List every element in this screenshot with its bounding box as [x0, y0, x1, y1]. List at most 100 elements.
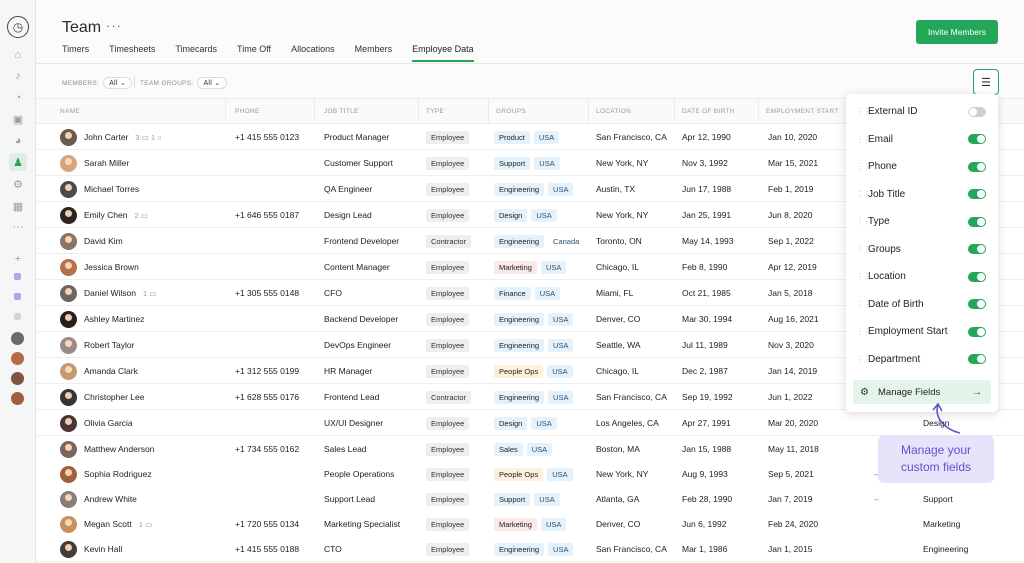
column-header[interactable]: GROUPS	[496, 108, 526, 115]
name-cell[interactable]: Ashley Martinez	[60, 306, 151, 332]
tab-timers[interactable]: Timers	[62, 44, 89, 64]
bell-icon[interactable]: ♪	[9, 67, 27, 85]
home-icon[interactable]: ⌂	[9, 46, 27, 64]
name-cell[interactable]: Christopher Lee	[60, 384, 151, 410]
name-cell[interactable]: Kevin Hall	[60, 536, 129, 562]
column-header[interactable]: DATE OF BIRTH	[682, 108, 735, 115]
pie-icon[interactable]: ◕	[9, 132, 27, 150]
team-groups-filter-select[interactable]: All ⌄	[197, 77, 227, 89]
column-settings-icon: ☰	[981, 76, 991, 89]
column-header[interactable]: EMPLOYMENT START	[766, 108, 839, 115]
field-toggle[interactable]	[968, 244, 986, 254]
field-toggle[interactable]	[968, 354, 986, 364]
field-item-date-of-birth[interactable]: ⋮⋮ Date of Birth	[846, 291, 998, 318]
plus-icon[interactable]: +	[9, 250, 27, 268]
field-item-location[interactable]: ⋮⋮ Location	[846, 263, 998, 290]
field-item-phone[interactable]: ⋮⋮ Phone	[846, 153, 998, 180]
name-cell[interactable]: Olivia Garcia	[60, 410, 140, 436]
clock-icon[interactable]: ◔	[9, 89, 27, 107]
name-cell[interactable]: Daniel Wilson 1 ▭	[60, 280, 156, 306]
column-header[interactable]: NAME	[60, 108, 80, 115]
more-icon[interactable]: ···	[9, 218, 27, 236]
manage-fields-button[interactable]: ⚙ Manage Fields →	[853, 380, 991, 404]
tab-allocations[interactable]: Allocations	[291, 44, 335, 64]
group-badge: Engineering	[494, 182, 545, 196]
calendar-icon[interactable]: ▦	[9, 197, 27, 215]
name-cell[interactable]: John Carter 3 ▭ 1 ○	[60, 124, 162, 150]
field-toggle[interactable]	[968, 189, 986, 199]
field-toggle[interactable]	[968, 271, 986, 282]
avatar[interactable]	[11, 332, 24, 345]
avatar[interactable]	[11, 392, 24, 405]
group-badge: Engineering	[494, 390, 545, 404]
column-header[interactable]: TYPE	[426, 108, 444, 115]
members-filter-select[interactable]: All ⌄	[103, 77, 133, 89]
workspace-dot[interactable]	[14, 293, 21, 300]
field-item-type[interactable]: ⋮⋮ Type	[846, 208, 998, 235]
type-badge: Contractor	[426, 234, 472, 248]
name-cell[interactable]: Michael Torres	[60, 176, 146, 202]
name-cell[interactable]: Sophia Rodriguez	[60, 461, 159, 487]
field-item-external-id[interactable]: ⋮⋮ External ID	[846, 98, 998, 125]
team-groups-filter[interactable]: TEAM GROUPS: All ⌄	[140, 77, 227, 89]
column-header[interactable]: PHONE	[235, 108, 260, 115]
name-cell[interactable]: Andrew White	[60, 486, 144, 512]
name-cell[interactable]: Emily Chen 2 ▭	[60, 202, 148, 228]
field-item-department[interactable]: ⋮⋮ Department	[846, 346, 998, 373]
country-badge: USA	[547, 364, 573, 378]
table-row[interactable]: Sophia Rodriguez People Operations Emplo…	[36, 461, 1024, 487]
groups-cell: Support USA	[494, 486, 564, 512]
name-cell[interactable]: Matthew Anderson	[60, 436, 161, 462]
name-cell[interactable]: David Kim	[60, 228, 130, 254]
field-toggle[interactable]	[968, 216, 986, 227]
name-cell[interactable]: Sarah Miller	[60, 150, 136, 176]
name-cell[interactable]: Robert Taylor	[60, 332, 141, 358]
field-item-groups[interactable]: ⋮⋮ Groups	[846, 236, 998, 263]
field-toggle[interactable]	[968, 161, 986, 172]
avatar[interactable]	[11, 372, 24, 385]
tab-members[interactable]: Members	[355, 44, 393, 64]
team-icon[interactable]: ♟	[9, 153, 27, 171]
field-label: External ID	[868, 106, 918, 117]
table-row[interactable]: Megan Scott 1 ▭ +1 720 555 0134 Marketin…	[36, 511, 1024, 537]
tab-timesheets[interactable]: Timesheets	[109, 44, 155, 64]
avatar[interactable]	[11, 352, 24, 365]
field-toggle[interactable]	[968, 134, 986, 144]
comment-count[interactable]: 1 ▭	[139, 520, 152, 529]
table-row[interactable]: Kevin Hall +1 415 555 0188 CTO Employee …	[36, 536, 1024, 562]
invite-members-button[interactable]: Invite Members	[916, 20, 998, 44]
field-item-job-title[interactable]: ⋮⋮ Job Title	[846, 181, 998, 208]
comment-count[interactable]: 1 ▭	[143, 289, 156, 298]
field-toggle[interactable]	[968, 299, 986, 309]
employment-start-cell: Jan 14, 2019	[768, 366, 818, 376]
workspace-dot[interactable]	[14, 273, 21, 280]
field-item-email[interactable]: ⋮⋮ Email	[846, 126, 998, 153]
type-badge: Contractor	[426, 390, 472, 404]
column-header[interactable]: LOCATION	[596, 108, 631, 115]
comment-count[interactable]: 3 ▭ 1 ○	[135, 133, 161, 142]
column-settings-button[interactable]: ☰	[973, 69, 999, 95]
tab-time-off[interactable]: Time Off	[237, 44, 271, 64]
field-toggle[interactable]	[968, 106, 986, 117]
groups-cell: Engineering USA	[494, 384, 577, 410]
type-cell: Employee	[426, 254, 473, 280]
workspace-dot[interactable]	[14, 313, 21, 320]
table-row[interactable]: Matthew Anderson +1 734 555 0162 Sales L…	[36, 436, 1024, 462]
field-toggle[interactable]	[968, 326, 986, 337]
table-row[interactable]: Olivia Garcia UX/UI Designer Employee De…	[36, 410, 1024, 436]
table-row[interactable]: Andrew White Support Lead Employee Suppo…	[36, 486, 1024, 512]
field-item-employment-start[interactable]: ⋮⋮ Employment Start	[846, 318, 998, 345]
name-cell[interactable]: Jessica Brown	[60, 254, 146, 280]
tab-employee-data[interactable]: Employee Data	[412, 44, 474, 64]
members-filter[interactable]: MEMBERS: All ⌄	[62, 77, 133, 89]
manage-fields-tooltip: Manage your custom fields	[878, 435, 994, 483]
comment-count[interactable]: 2 ▭	[134, 211, 147, 220]
stopwatch-icon[interactable]: ◷	[7, 16, 29, 38]
column-header[interactable]: JOB TITLE	[324, 108, 359, 115]
more-icon[interactable]: ···	[106, 18, 122, 33]
name-cell[interactable]: Amanda Clark	[60, 358, 145, 384]
briefcase-icon[interactable]: ▣	[9, 110, 27, 128]
gear-icon[interactable]: ⚙	[9, 175, 27, 193]
tab-timecards[interactable]: Timecards	[175, 44, 217, 64]
name-cell[interactable]: Megan Scott 1 ▭	[60, 511, 152, 537]
